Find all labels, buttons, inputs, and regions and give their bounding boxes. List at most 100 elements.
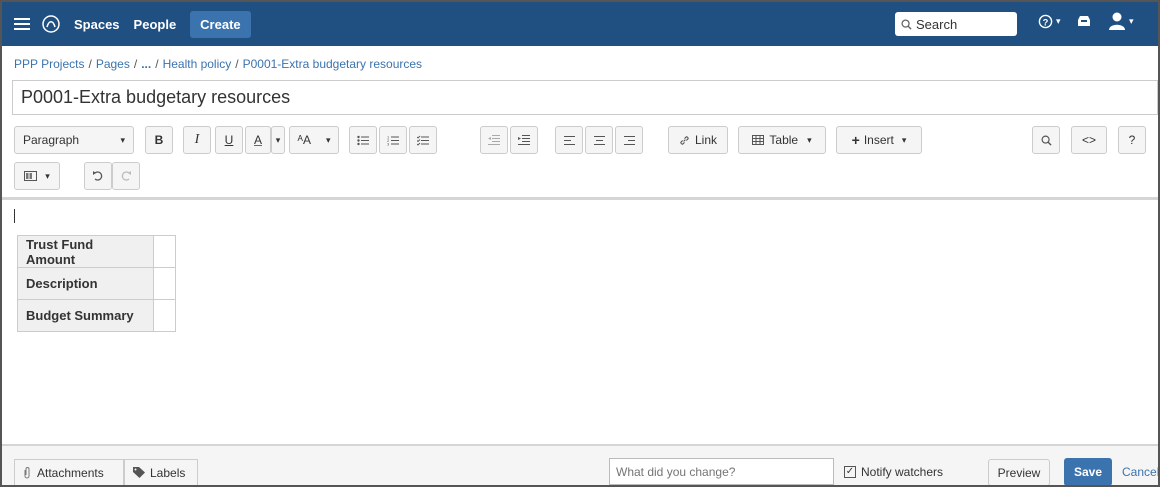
- underline-button[interactable]: U: [215, 126, 243, 154]
- find-replace-button[interactable]: [1032, 126, 1060, 154]
- align-left-icon: [563, 135, 575, 145]
- breadcrumb-link[interactable]: PPP Projects: [14, 57, 84, 71]
- paperclip-icon: [24, 466, 30, 478]
- text-style-label: ᴬA: [297, 133, 311, 147]
- paragraph-style-label: Paragraph: [23, 133, 80, 147]
- chevron-down-icon: ▾: [807, 134, 812, 145]
- search-icon: [901, 18, 912, 30]
- table-dropdown[interactable]: Table ▾: [738, 126, 826, 154]
- search-placeholder: Search: [916, 16, 958, 32]
- chevron-down-icon: ▾: [1129, 15, 1134, 26]
- align-left-button[interactable]: [555, 126, 583, 154]
- align-right-button[interactable]: [615, 126, 643, 154]
- nav-people-link[interactable]: People: [134, 17, 177, 32]
- breadcrumb-separator: /: [235, 57, 239, 71]
- task-list-button[interactable]: [409, 126, 437, 154]
- chevron-down-icon: ▾: [120, 134, 125, 145]
- labels-label: Labels: [150, 465, 186, 480]
- notify-watchers-checkbox[interactable]: ✓ Notify watchers: [844, 465, 943, 479]
- task-list-icon: [417, 135, 429, 146]
- bullet-list-icon: [357, 135, 369, 145]
- create-button[interactable]: Create: [190, 10, 251, 38]
- chevron-down-icon: ▾: [901, 134, 907, 145]
- link-icon: [680, 135, 689, 145]
- breadcrumb-link[interactable]: P0001-Extra budgetary resources: [243, 57, 422, 71]
- align-center-button[interactable]: [585, 126, 613, 154]
- labels-button[interactable]: Labels: [124, 459, 198, 485]
- notifications-button[interactable]: [1077, 14, 1091, 27]
- numbered-list-button[interactable]: 123: [379, 126, 407, 154]
- app-logo-icon[interactable]: [40, 13, 62, 35]
- nav-spaces-link[interactable]: Spaces: [74, 17, 120, 32]
- table-row: Budget Summary: [17, 299, 176, 332]
- table-value-cell[interactable]: [153, 267, 176, 300]
- breadcrumb-separator: /: [88, 57, 92, 71]
- undo-icon: [93, 171, 103, 181]
- insert-label: Insert: [863, 133, 894, 147]
- text-color-dropdown[interactable]: ▾: [271, 126, 285, 154]
- redo-icon: [121, 171, 131, 181]
- table-row: Description: [17, 267, 176, 300]
- content-table[interactable]: Trust Fund Amount Description Budget Sum…: [17, 235, 176, 332]
- menu-icon[interactable]: [14, 18, 30, 30]
- user-menu[interactable]: ▾: [1108, 11, 1134, 31]
- bold-button[interactable]: B: [145, 126, 173, 154]
- insert-dropdown[interactable]: + Insert ▾: [836, 126, 922, 154]
- attachments-button[interactable]: Attachments: [14, 459, 124, 485]
- attachments-label: Attachments: [37, 465, 104, 480]
- undo-button[interactable]: [84, 162, 112, 190]
- cancel-link[interactable]: Cancel: [1122, 465, 1158, 479]
- table-header-cell[interactable]: Trust Fund Amount: [17, 235, 154, 268]
- outdent-button[interactable]: [480, 126, 508, 154]
- italic-button[interactable]: I: [183, 126, 211, 154]
- breadcrumb-separator: /: [133, 57, 138, 71]
- breadcrumb-separator: /: [155, 57, 159, 71]
- breadcrumb-ellipsis[interactable]: ...: [141, 57, 151, 71]
- indent-button[interactable]: [510, 126, 538, 154]
- checkbox-checked-icon: ✓: [844, 466, 856, 478]
- indent-icon: [518, 135, 530, 145]
- table-label: Table: [769, 133, 799, 147]
- numbered-list-icon: 123: [387, 135, 399, 146]
- help-icon: ?: [1038, 14, 1053, 29]
- table-header-cell[interactable]: Budget Summary: [17, 299, 154, 332]
- text-cursor: [14, 209, 15, 223]
- page-layout-dropdown[interactable]: ▾: [14, 162, 60, 190]
- paragraph-style-dropdown[interactable]: Paragraph ▾: [14, 126, 134, 154]
- tag-icon: [133, 467, 145, 478]
- help-menu[interactable]: ? ▾: [1038, 14, 1061, 29]
- more-text-styles-dropdown[interactable]: ᴬA ▾: [289, 126, 339, 154]
- bullet-list-button[interactable]: [349, 126, 377, 154]
- table-value-cell[interactable]: [153, 235, 176, 268]
- svg-text:3: 3: [387, 141, 390, 146]
- change-comment-input[interactable]: [609, 458, 834, 485]
- top-navigation-bar: Spaces People Create Search ? ▾ ▾: [2, 2, 1158, 46]
- table-row: Trust Fund Amount: [17, 235, 176, 268]
- source-editor-button[interactable]: <>: [1071, 126, 1107, 154]
- svg-text:?: ?: [1043, 17, 1049, 27]
- page-layout-icon: [24, 171, 38, 181]
- breadcrumb-link[interactable]: Pages: [96, 57, 130, 71]
- text-color-button[interactable]: A: [245, 126, 271, 154]
- user-avatar-icon: [1109, 12, 1125, 30]
- editor-footer: Attachments Labels ✓ Notify watchers Pre…: [2, 444, 1158, 485]
- breadcrumb-link[interactable]: Health policy: [163, 57, 232, 71]
- redo-button[interactable]: [112, 162, 140, 190]
- editor-window: Spaces People Create Search ? ▾ ▾ PPP Pr…: [0, 0, 1160, 487]
- table-value-cell[interactable]: [153, 299, 176, 332]
- preview-button[interactable]: Preview: [988, 459, 1050, 485]
- search-input[interactable]: Search: [895, 12, 1017, 36]
- notifications-icon: [1078, 16, 1090, 26]
- breadcrumb: PPP Projects / Pages /... / Health policy / P00…: [14, 57, 422, 71]
- chevron-down-icon: ▾: [45, 170, 50, 181]
- plus-icon: +: [851, 132, 860, 148]
- save-button[interactable]: Save: [1064, 458, 1112, 485]
- outdent-icon: [488, 135, 500, 145]
- help-button[interactable]: ?: [1118, 126, 1146, 154]
- table-header-cell[interactable]: Description: [17, 267, 154, 300]
- chevron-down-icon: ▾: [325, 134, 331, 145]
- toolbar-divider: [2, 197, 1158, 200]
- link-button[interactable]: Link: [668, 126, 728, 154]
- page-title-input[interactable]: P0001-Extra budgetary resources: [12, 80, 1158, 115]
- notify-watchers-label: Notify watchers: [861, 465, 944, 479]
